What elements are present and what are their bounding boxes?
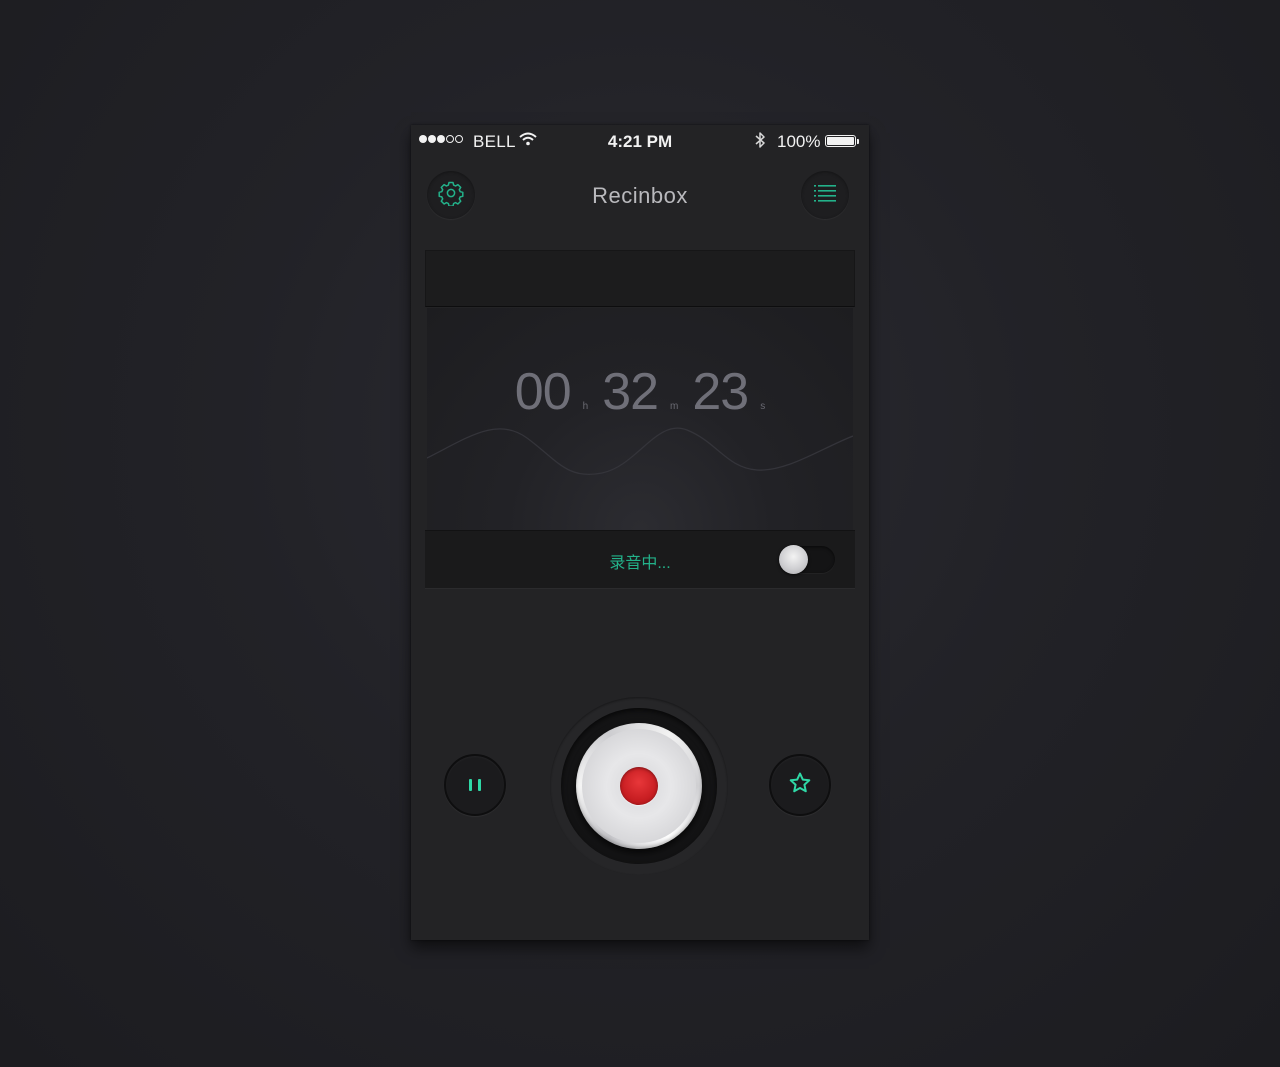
recording-toggle[interactable] bbox=[779, 545, 835, 574]
bluetooth-icon bbox=[754, 131, 766, 154]
elapsed-time: 00 h 32 m 23 s bbox=[427, 366, 853, 418]
phone-screen: BELL 4:21 PM 100% Recinbox 00 h 32 m 23 … bbox=[411, 125, 869, 940]
timer-hours-unit: h bbox=[582, 401, 589, 412]
battery-tip bbox=[857, 139, 859, 144]
list-icon bbox=[814, 184, 836, 207]
timer-hours: 00 bbox=[514, 363, 572, 421]
star-icon bbox=[788, 771, 812, 800]
display-header-panel bbox=[425, 250, 855, 307]
pause-button[interactable] bbox=[444, 754, 506, 816]
record-button-ring bbox=[561, 708, 717, 864]
timer-seconds: 23 bbox=[692, 363, 749, 421]
record-button-housing bbox=[550, 697, 728, 875]
timer-minutes: 32 bbox=[602, 363, 659, 421]
record-button-face bbox=[582, 729, 696, 843]
battery-percentage: 100% bbox=[777, 132, 821, 151]
favorite-button[interactable] bbox=[769, 754, 831, 816]
battery-icon bbox=[825, 135, 856, 147]
status-bar: BELL 4:21 PM 100% bbox=[411, 125, 869, 159]
record-icon bbox=[620, 767, 658, 805]
toggle-knob[interactable] bbox=[779, 545, 808, 574]
pause-icon bbox=[466, 779, 484, 791]
timer-minutes-unit: m bbox=[670, 401, 679, 412]
record-button[interactable] bbox=[576, 723, 702, 849]
list-button[interactable] bbox=[801, 171, 849, 219]
timer-seconds-unit: s bbox=[760, 401, 766, 412]
recording-status-bar: 录音中... bbox=[425, 530, 855, 588]
timer-display: 00 h 32 m 23 s bbox=[427, 308, 853, 530]
